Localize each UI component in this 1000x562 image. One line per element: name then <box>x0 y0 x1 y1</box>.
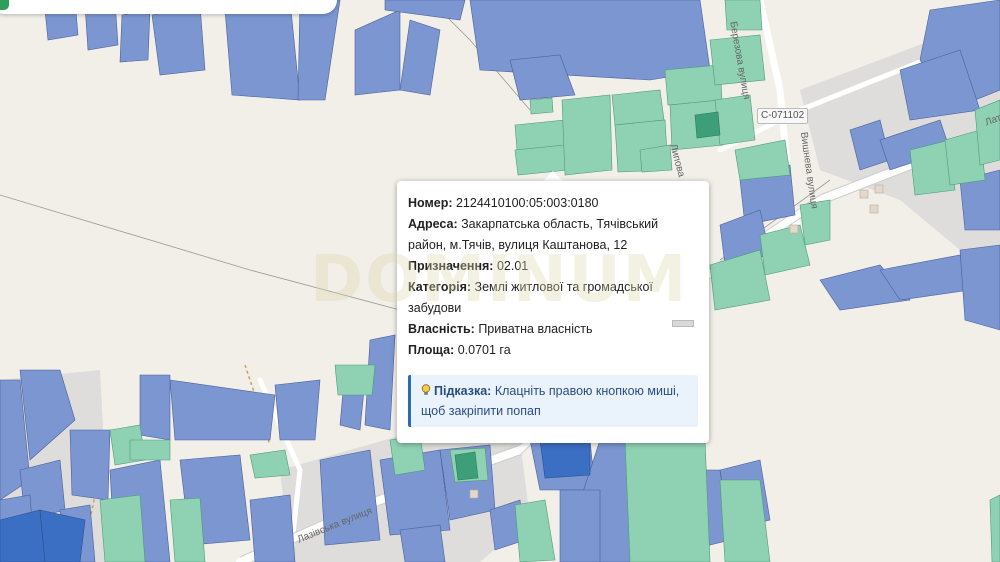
area-label: Площа: <box>408 343 455 357</box>
ownership-label: Власність: <box>408 322 475 336</box>
ownership-value: Приватна власність <box>478 322 593 336</box>
hint-label: Підказка: <box>434 384 492 398</box>
hint-text-1: Клацніть правою кнопкою миші, <box>494 384 680 398</box>
address-label: Адреса: <box>408 217 458 231</box>
number-value: 2124410100:05:003:0180 <box>455 196 599 210</box>
address-value-1: Закарпатська область, Тячівський <box>461 217 659 231</box>
logo-icon <box>0 0 9 10</box>
hint-text-2: щоб закріпити попап <box>421 404 541 418</box>
top-search-bar[interactable] <box>0 0 337 14</box>
road-number-badge: С-071102 <box>757 108 809 124</box>
popup-area-row: Площа: 0.0701 га <box>408 340 698 361</box>
lightbulb-icon <box>421 384 431 395</box>
scale-bar <box>672 320 694 327</box>
popup-ownership-row: Власність: Приватна власність <box>408 319 698 340</box>
area-value: 0.0701 га <box>457 343 511 357</box>
watermark-logo: DOMINUM <box>310 243 689 317</box>
number-label: Номер: <box>408 196 453 210</box>
popup-number-row: Номер: 2124410100:05:003:0180 <box>408 193 698 214</box>
hint-box: Підказка: Клацніть правою кнопкою миші, щ… <box>408 375 698 427</box>
